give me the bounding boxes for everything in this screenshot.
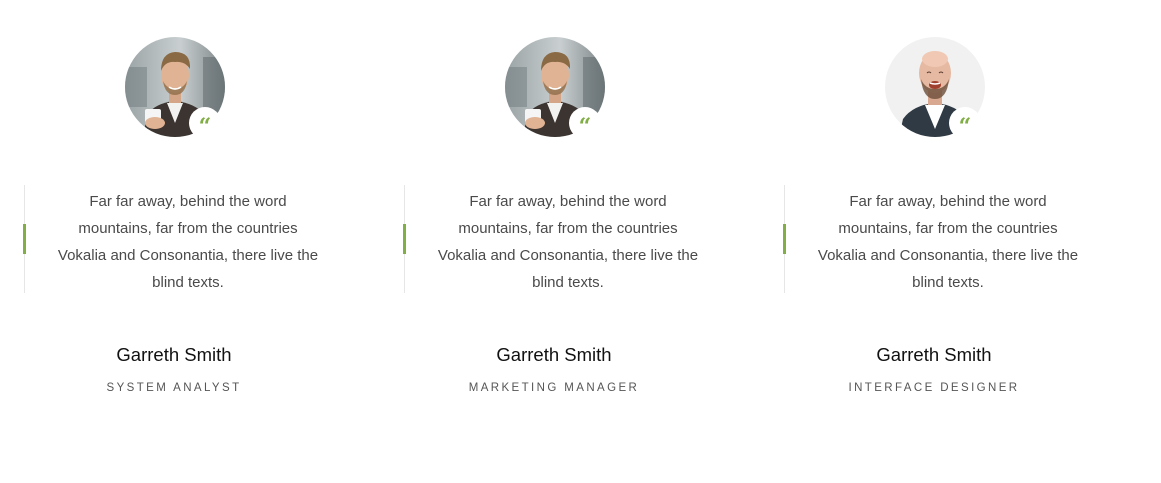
author-role: INTERFACE DESIGNER	[848, 382, 1020, 394]
quote-block: Far far away, behind the word mountains,…	[403, 185, 705, 293]
author-name: Garreth Smith	[876, 344, 992, 365]
testimonial-quote: Far far away, behind the word mountains,…	[57, 193, 319, 291]
quote-block: Far far away, behind the word mountains,…	[23, 185, 325, 293]
testimonial-card: “ Far far away, behind the word mountain…	[783, 0, 1144, 483]
testimonial-card: “ Far far away, behind the word mountain…	[23, 0, 384, 483]
quote-left-icon: “	[569, 107, 601, 140]
testimonial-quote: Far far away, behind the word mountains,…	[817, 193, 1079, 291]
accent-bar	[23, 224, 26, 254]
avatar-wrap: “	[885, 37, 985, 140]
quote-block: Far far away, behind the word mountains,…	[783, 185, 1085, 293]
avatar-wrap: “	[125, 37, 225, 140]
author-role: MARKETING MANAGER	[468, 382, 640, 394]
quote-left-icon: “	[189, 107, 221, 140]
accent-bar	[403, 224, 406, 254]
author-role: SYSTEM ANALYST	[106, 382, 242, 394]
quote-left-icon: “	[949, 107, 981, 140]
avatar-wrap: “	[505, 37, 605, 140]
author-name: Garreth Smith	[496, 344, 612, 365]
accent-bar	[783, 224, 786, 254]
testimonials-section: “ Far far away, behind the word mountain…	[0, 0, 1161, 483]
testimonial-quote: Far far away, behind the word mountains,…	[437, 193, 699, 291]
testimonial-card: “ Far far away, behind the word mountain…	[403, 0, 764, 483]
author-name: Garreth Smith	[116, 344, 232, 365]
